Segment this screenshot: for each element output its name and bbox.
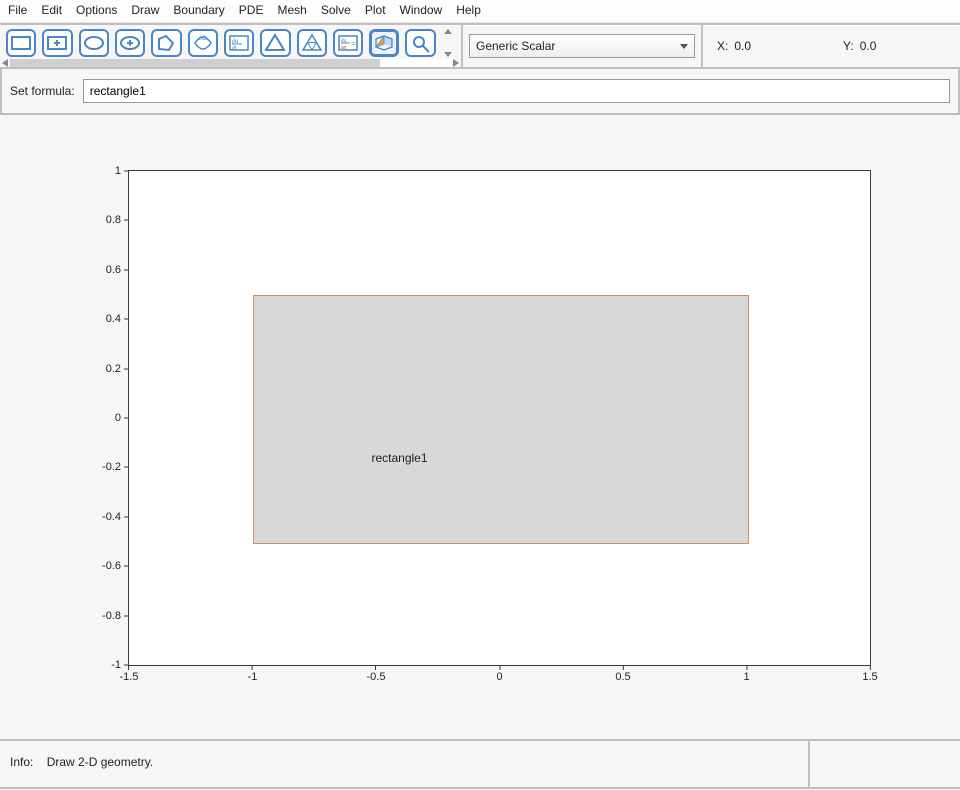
menu-help[interactable]: Help [456, 3, 481, 17]
y-tick-label: 1 [115, 165, 121, 177]
y-tick-label: -0.2 [102, 461, 121, 473]
y-tick-label: 0.4 [106, 313, 121, 325]
y-tick-label: -1 [111, 659, 121, 671]
x-tick-label: 0 [496, 671, 502, 683]
toolbar-spinner[interactable] [442, 29, 455, 57]
polygon-tool-icon[interactable] [151, 29, 181, 57]
info-cell: Info: Draw 2-D geometry. [0, 741, 810, 787]
menu-pde[interactable]: PDE [239, 3, 264, 17]
x-tick-label: -0.5 [367, 671, 386, 683]
shape-rectangle[interactable] [253, 295, 749, 544]
menu-boundary[interactable]: Boundary [173, 3, 224, 17]
plot-3d-icon[interactable] [369, 29, 399, 57]
y-tick-label: 0.8 [106, 214, 121, 226]
coord-x-value: 0.0 [734, 39, 751, 53]
mesh-refine-icon[interactable] [297, 29, 327, 57]
rectangle-tool-icon[interactable] [6, 29, 36, 57]
equation-type-value: Generic Scalar [476, 39, 555, 53]
x-tick-label: -1.5 [120, 671, 139, 683]
axes[interactable]: -1.5-1-0.500.511.5-1-0.8-0.6-0.4-0.200.2… [128, 170, 871, 666]
svg-text:an: an [341, 45, 347, 51]
x-tick-label: 0.5 [615, 671, 630, 683]
menu-window[interactable]: Window [400, 3, 443, 17]
toolbar: ∂Ω ∂u∂t ∂uan= [0, 23, 960, 69]
formula-bar: Set formula: [0, 69, 960, 115]
tool-icon-strip: ∂Ω ∂u∂t ∂uan= [0, 25, 463, 67]
menu-file[interactable]: File [8, 3, 27, 17]
y-tick-label: 0 [115, 412, 121, 424]
x-tick-label: 1 [743, 671, 749, 683]
x-tick-label: -1 [248, 671, 258, 683]
coordinate-readout: X: 0.0 Y: 0.0 [703, 25, 960, 67]
y-tick-label: -0.6 [102, 560, 121, 572]
info-spare-cell [810, 741, 960, 787]
menu-solve[interactable]: Solve [321, 3, 351, 17]
shape-label: rectangle1 [371, 451, 427, 465]
chevron-down-icon [680, 44, 688, 49]
solve-icon[interactable]: ∂uan= [333, 29, 363, 57]
menu-options[interactable]: Options [76, 3, 117, 17]
mesh-init-icon[interactable] [260, 29, 290, 57]
svg-text:=: = [351, 39, 356, 48]
x-tick-label: 1.5 [862, 671, 877, 683]
y-tick-label: -0.8 [102, 610, 121, 622]
menu-bar: File Edit Options Draw Boundary PDE Mesh… [0, 0, 960, 23]
svg-text:∂t: ∂t [232, 45, 237, 52]
equation-type-dropdown[interactable]: Generic Scalar [469, 34, 695, 58]
info-bar: Info: Draw 2-D geometry. [0, 739, 960, 789]
zoom-icon[interactable] [405, 29, 435, 57]
ellipse-tool-icon[interactable] [79, 29, 109, 57]
drawing-canvas-area: -1.5-1-0.500.511.5-1-0.8-0.6-0.4-0.200.2… [0, 115, 960, 739]
info-text: Draw 2-D geometry. [47, 755, 153, 769]
equation-type-cell: Generic Scalar [463, 25, 703, 67]
info-label: Info: [10, 755, 33, 769]
coord-x-label: X: [717, 39, 728, 53]
y-tick-label: 0.2 [106, 363, 121, 375]
coord-y-value: 0.0 [860, 39, 877, 53]
ellipse-center-tool-icon[interactable] [115, 29, 145, 57]
y-tick-label: 0.6 [106, 264, 121, 276]
menu-draw[interactable]: Draw [131, 3, 159, 17]
boundary-mode-icon[interactable]: ∂Ω [188, 29, 218, 57]
menu-edit[interactable]: Edit [41, 3, 62, 17]
formula-label: Set formula: [10, 84, 75, 98]
pde-spec-icon[interactable]: ∂u∂t [224, 29, 254, 57]
rectangle-center-tool-icon[interactable] [42, 29, 72, 57]
formula-input[interactable] [83, 79, 950, 103]
toolbar-scrollbar[interactable] [0, 58, 461, 67]
coord-y-label: Y: [843, 39, 854, 53]
menu-plot[interactable]: Plot [365, 3, 386, 17]
svg-text:∂Ω: ∂Ω [199, 35, 207, 42]
y-tick-label: -0.4 [102, 511, 121, 523]
menu-mesh[interactable]: Mesh [277, 3, 306, 17]
